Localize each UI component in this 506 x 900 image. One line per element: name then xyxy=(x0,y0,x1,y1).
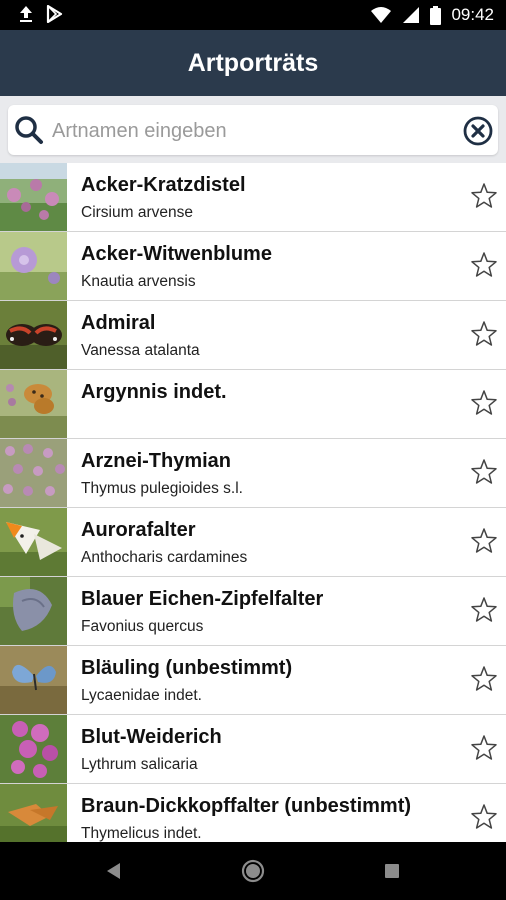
star-icon[interactable] xyxy=(470,182,498,210)
red-admiral-image xyxy=(0,301,67,369)
clear-icon[interactable] xyxy=(462,115,494,147)
list-item[interactable]: Bläuling (unbestimmt) Lycaenidae indet. xyxy=(0,646,506,715)
list-item[interactable]: Aurorafalter Anthocharis cardamines xyxy=(0,508,506,577)
signal-icon xyxy=(403,7,420,23)
star-icon[interactable] xyxy=(470,527,498,555)
species-name: Acker-Witwenblume xyxy=(81,243,272,265)
status-time: 09:42 xyxy=(451,5,494,24)
species-name: Argynnis indet. xyxy=(81,381,227,403)
species-latin: Vanessa atalanta xyxy=(81,342,200,359)
blue-butterfly-image xyxy=(0,646,67,714)
species-latin: Thymus pulegioides s.l. xyxy=(81,480,243,497)
list-item[interactable]: Acker-Witwenblume Knautia arvensis xyxy=(0,232,506,301)
star-icon[interactable] xyxy=(470,803,498,831)
star-icon[interactable] xyxy=(470,389,498,417)
upload-icon xyxy=(20,6,32,22)
status-bar: 09:42 xyxy=(0,0,506,30)
play-store-icon xyxy=(46,5,63,23)
list-item[interactable]: Arznei-Thymian Thymus pulegioides s.l. xyxy=(0,439,506,508)
species-name: Braun-Dickkopffalter (unbestimmt) xyxy=(81,795,412,817)
thyme-image xyxy=(0,439,67,507)
star-icon[interactable] xyxy=(470,251,498,279)
list-item[interactable]: Acker-Kratzdistel Cirsium arvense xyxy=(0,163,506,232)
app-bar: Artporträts xyxy=(0,30,506,96)
species-name: Admiral xyxy=(81,312,156,334)
species-name: Acker-Kratzdistel xyxy=(81,174,246,196)
species-name: Bläuling (unbestimmt) xyxy=(81,657,293,679)
page-title: Artporträts xyxy=(187,48,319,77)
list-item[interactable]: Blauer Eichen-Zipfelfalter Favonius quer… xyxy=(0,577,506,646)
species-name: Blut-Weiderich xyxy=(81,726,222,748)
search-area xyxy=(0,96,506,163)
back-icon[interactable] xyxy=(104,861,122,881)
fritillary-image xyxy=(0,370,67,438)
star-icon[interactable] xyxy=(470,665,498,693)
species-latin: Lythrum salicaria xyxy=(81,756,198,773)
purple-hairstreak-image xyxy=(0,577,67,645)
species-name: Aurorafalter xyxy=(81,519,196,541)
species-latin: Thymelicus indet. xyxy=(81,825,202,842)
star-icon[interactable] xyxy=(470,320,498,348)
orange-tip-image xyxy=(0,508,67,576)
star-icon[interactable] xyxy=(470,596,498,624)
home-icon[interactable] xyxy=(241,859,265,883)
species-latin: Anthocharis cardamines xyxy=(81,549,248,566)
navigation-bar xyxy=(0,842,506,900)
search-box[interactable] xyxy=(8,105,498,155)
species-name: Arznei-Thymian xyxy=(81,450,232,472)
status-right-icons: 09:42 xyxy=(370,5,494,25)
skipper-image xyxy=(0,784,67,842)
scabious-image xyxy=(0,232,67,300)
species-name: Blauer Eichen-Zipfelfalter xyxy=(81,588,324,610)
wifi-icon xyxy=(371,7,392,23)
thistle-image xyxy=(0,163,67,231)
species-latin: Favonius quercus xyxy=(81,618,204,635)
status-left-icons xyxy=(18,5,63,23)
list-item[interactable]: Argynnis indet. xyxy=(0,370,506,439)
loosestrife-image xyxy=(0,715,67,783)
recents-icon[interactable] xyxy=(384,863,400,879)
star-icon[interactable] xyxy=(470,734,498,762)
species-list: Acker-Kratzdistel Cirsium arvense Acker-… xyxy=(0,163,506,842)
list-item[interactable]: Braun-Dickkopffalter (unbestimmt) Thymel… xyxy=(0,784,506,842)
species-latin: Cirsium arvense xyxy=(81,204,193,221)
search-input[interactable] xyxy=(50,113,454,149)
search-icon xyxy=(15,116,43,144)
list-item[interactable]: Admiral Vanessa atalanta xyxy=(0,301,506,370)
species-latin: Lycaenidae indet. xyxy=(81,687,202,704)
battery-icon xyxy=(430,5,442,25)
list-item[interactable]: Blut-Weiderich Lythrum salicaria xyxy=(0,715,506,784)
star-icon[interactable] xyxy=(470,458,498,486)
species-latin: Knautia arvensis xyxy=(81,273,196,290)
